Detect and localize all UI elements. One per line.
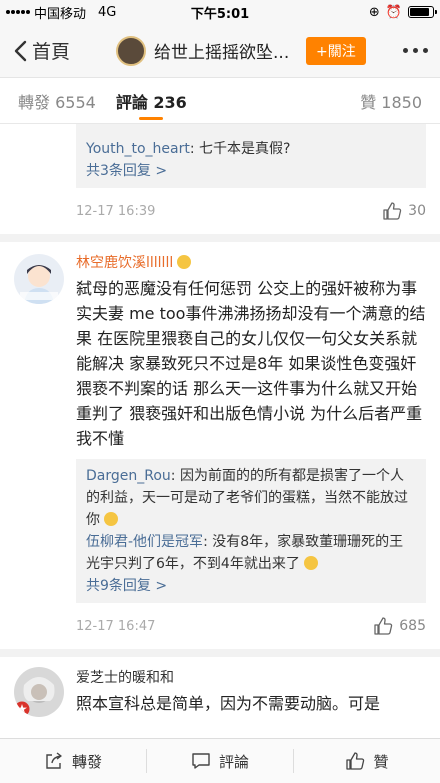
lock-rotation-icon: ⊕ bbox=[368, 4, 380, 20]
comment-label: 評論 bbox=[218, 752, 249, 771]
like-count: 685 bbox=[399, 618, 426, 634]
author-name: 林空鹿饮溪lllllll bbox=[76, 255, 174, 271]
chevron-left-icon bbox=[14, 40, 27, 61]
more-replies-link[interactable]: 共9条回复 > bbox=[86, 575, 416, 597]
bottom-action-bar: 轉發 評論 贊 bbox=[0, 738, 440, 783]
comment-icon bbox=[192, 753, 210, 769]
repost-button[interactable]: 轉發 bbox=[0, 739, 146, 783]
comment-text: 照本宣科总是简单，因为不需要动脑。可是 bbox=[76, 694, 381, 713]
more-icon[interactable] bbox=[403, 48, 428, 53]
like-button[interactable]: 30 bbox=[382, 201, 426, 221]
battery-icon bbox=[408, 6, 437, 18]
back-button[interactable]: 首頁 bbox=[12, 37, 70, 64]
shrug-emoji-icon bbox=[304, 556, 319, 570]
carrier-label: 中国移动 bbox=[34, 6, 87, 22]
comment-button[interactable]: 評論 bbox=[147, 739, 293, 783]
thumbs-up-icon bbox=[383, 202, 402, 220]
reply-user[interactable]: Dargen_Rou bbox=[86, 468, 171, 484]
tab-bar: 轉發 6554 評論 236 贊 1850 bbox=[0, 78, 440, 124]
like-count: 30 bbox=[408, 203, 426, 219]
post-author[interactable]: 给世上摇摇欲坠... bbox=[116, 35, 294, 66]
reply-text: : 七千本是真假? bbox=[189, 141, 291, 157]
comment-feed[interactable]: Youth_to_heart: 七千本是真假? 共3条回复 > 12-17 16… bbox=[0, 124, 440, 742]
divider bbox=[0, 234, 440, 242]
like-button[interactable]: 685 bbox=[373, 616, 426, 636]
more-replies-link[interactable]: 共3条回复 > bbox=[86, 160, 416, 182]
comment-meta: 12-17 16:39 30 bbox=[76, 188, 426, 234]
avatar bbox=[116, 35, 147, 66]
heart-eyes-emoji-icon bbox=[177, 255, 192, 269]
avatar[interactable] bbox=[14, 667, 64, 717]
reply-box[interactable]: Youth_to_heart: 七千本是真假? 共3条回复 > bbox=[76, 124, 426, 188]
comment-date: 12-17 16:39 bbox=[76, 203, 156, 219]
tab-repost[interactable]: 轉發 6554 bbox=[18, 78, 96, 124]
like-label: 贊 bbox=[373, 752, 389, 771]
back-label: 首頁 bbox=[32, 41, 71, 63]
comment-text: 弑母的恶魔没有任何惩罚 公交上的强奸被称为事实夫妻 me too事件沸沸扬扬却没… bbox=[76, 279, 426, 448]
network-label: 4G bbox=[98, 4, 117, 20]
nav-bar: 首頁 给世上摇摇欲坠... +關注 bbox=[0, 24, 440, 78]
status-bar: 中国移动 4G 下午5:01 ⊕ ⏰ bbox=[0, 0, 440, 24]
comment-card: Youth_to_heart: 七千本是真假? 共3条回复 > 12-17 16… bbox=[0, 124, 440, 234]
reply-line: Youth_to_heart: 七千本是真假? bbox=[86, 138, 416, 160]
comment-card: 林空鹿饮溪lllllll 弑母的恶魔没有任何惩罚 公交上的强奸被称为事实夫妻 m… bbox=[0, 242, 440, 649]
tab-comments[interactable]: 評論 236 bbox=[116, 78, 187, 124]
reply-user[interactable]: 伍柳君-他们是冠军 bbox=[86, 534, 203, 550]
reply-box[interactable]: Dargen_Rou: 因为前面的的所有都是损害了一个人的利益，天一可是动了老爷… bbox=[76, 459, 426, 603]
avatar[interactable] bbox=[14, 254, 64, 304]
tab-likes[interactable]: 贊 1850 bbox=[360, 78, 422, 124]
unamused-emoji-icon bbox=[104, 512, 119, 526]
comment-author[interactable]: 林空鹿饮溪lllllll bbox=[76, 242, 426, 272]
reply-line: 伍柳君-他们是冠军: 没有8年，家暴致董珊珊死的王光宇只判了6年，不到4年就出来… bbox=[86, 531, 416, 575]
signal-icon bbox=[6, 10, 30, 14]
comment-card: 爱芝士的暖和和 照本宣科总是简单，因为不需要动脑。可是 bbox=[0, 657, 440, 742]
comment-date: 12-17 16:47 bbox=[76, 618, 156, 634]
comment-meta: 12-17 16:47 685 bbox=[76, 603, 426, 649]
alarm-icon: ⏰ bbox=[385, 4, 402, 20]
follow-button[interactable]: +關注 bbox=[306, 36, 366, 65]
thumbs-up-icon bbox=[346, 752, 365, 770]
like-button[interactable]: 贊 bbox=[294, 739, 440, 783]
repost-label: 轉發 bbox=[71, 752, 102, 771]
comment-author[interactable]: 爱芝士的暖和和 bbox=[76, 657, 426, 687]
author-name: 爱芝士的暖和和 bbox=[76, 670, 174, 686]
reply-user[interactable]: Youth_to_heart bbox=[86, 141, 190, 157]
avatar-image bbox=[14, 254, 64, 304]
reply-line: Dargen_Rou: 因为前面的的所有都是损害了一个人的利益，天一可是动了老爷… bbox=[86, 465, 416, 531]
page-title: 给世上摇摇欲坠... bbox=[154, 43, 290, 63]
thumbs-up-icon bbox=[374, 617, 393, 635]
badge-icon bbox=[14, 701, 30, 717]
divider bbox=[0, 649, 440, 657]
share-icon bbox=[46, 752, 62, 769]
